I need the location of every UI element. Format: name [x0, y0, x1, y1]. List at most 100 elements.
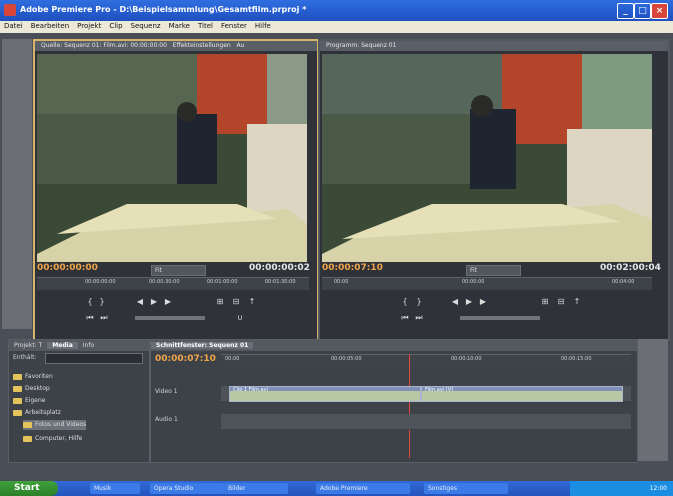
- go-to-out-icon[interactable]: ⏭: [99, 313, 109, 322]
- folder-icon: [13, 385, 22, 392]
- program-time-ruler[interactable]: 00:00 00:00:00 00:04:00: [322, 277, 652, 290]
- program-jog-slider[interactable]: [460, 316, 540, 320]
- program-timecode-current[interactable]: 00:00:07:10: [322, 263, 383, 273]
- menu-marke[interactable]: Marke: [165, 21, 194, 31]
- timeline-ruler[interactable]: 00:00 00:00:05:00 00:00:10:00 00:00:15:0…: [221, 354, 631, 367]
- video-track: Clip 1 Film.avi Film.avi [V]: [221, 386, 631, 402]
- menu-sequenz[interactable]: Sequenz: [127, 21, 165, 31]
- program-ruler-mark: 00:04:00: [612, 279, 635, 285]
- tree-item-eigene[interactable]: Eigene: [13, 396, 45, 406]
- program-video-image: [322, 54, 652, 262]
- tab-source[interactable]: Quelle: Sequenz 01: Film.avi: 00:00:00:0…: [41, 42, 167, 49]
- timeline-ruler-mark: 00:00: [225, 356, 240, 362]
- task-musik[interactable]: Musik: [90, 483, 140, 494]
- program-play-icon[interactable]: ▶: [464, 297, 474, 306]
- source-ruler-mark: 00:01:00:00: [207, 279, 238, 285]
- insert-icon[interactable]: ⊞: [215, 297, 225, 306]
- menu-fenster[interactable]: Fenster: [217, 21, 251, 31]
- go-to-in-icon[interactable]: ⏮: [85, 313, 95, 322]
- play-icon[interactable]: ▶: [149, 297, 159, 306]
- window-title: Adobe Premiere Pro - D:\Beispielsammlung…: [20, 5, 307, 14]
- tree-item-favoriten[interactable]: Favoriten: [13, 372, 53, 382]
- lift-icon[interactable]: ⊞: [540, 297, 550, 306]
- mark-in-icon[interactable]: {: [85, 297, 95, 306]
- timeline-timecode[interactable]: 00:00:07:10: [155, 354, 216, 364]
- menu-hilfe[interactable]: Hilfe: [251, 21, 275, 31]
- source-monitor-tabs: Quelle: Sequenz 01: Film.avi: 00:00:00:0…: [35, 41, 317, 51]
- title-bar: Adobe Premiere Pro - D:\Beispielsammlung…: [0, 0, 673, 21]
- program-step-back-icon[interactable]: ◀: [450, 297, 460, 306]
- audio-track-label: Audio 1: [155, 416, 178, 423]
- task-bilder[interactable]: Bilder: [224, 483, 288, 494]
- step-forward-icon[interactable]: ▶: [163, 297, 173, 306]
- system-tray: 12:00: [570, 481, 673, 496]
- tree-item-selected[interactable]: Fotos und Videos: [23, 420, 87, 430]
- menu-datei[interactable]: Datei: [0, 21, 27, 31]
- tab-timeline[interactable]: Schnittfenster: Sequenz 01: [151, 342, 254, 349]
- program-mark-out-icon[interactable]: }: [414, 297, 424, 306]
- program-step-forward-icon[interactable]: ▶: [478, 297, 488, 306]
- program-fit-dropdown[interactable]: Fit: [466, 265, 521, 276]
- tab-program[interactable]: Programm: Sequenz 01: [326, 42, 396, 49]
- timeline-ruler-mark: 00:00:05:00: [331, 356, 362, 362]
- folder-icon: [13, 397, 22, 404]
- source-time-ruler[interactable]: 00:00:00:00 00:00:30:00 00:01:00:00 00:0…: [37, 277, 309, 290]
- playhead[interactable]: [409, 354, 410, 458]
- menu-titel[interactable]: Titel: [194, 21, 217, 31]
- toggle-icon[interactable]: ∪: [235, 313, 245, 322]
- source-video-frame: [37, 54, 307, 262]
- tree-item-desktop[interactable]: Desktop: [13, 384, 50, 394]
- timeline-ruler-mark: 00:00:15:00: [561, 356, 592, 362]
- task-opera-studio[interactable]: Opera Studio: [150, 483, 224, 494]
- program-mark-in-icon[interactable]: {: [400, 297, 410, 306]
- tools-column: [2, 39, 32, 329]
- timeline-tools-column: [638, 339, 668, 461]
- source-ruler-mark: 00:00:30:00: [149, 279, 180, 285]
- tree-item-computer[interactable]: Computer, Hilfe: [23, 434, 82, 444]
- menu-bearbeiten[interactable]: Bearbeiten: [27, 21, 73, 31]
- search-input[interactable]: [45, 353, 143, 364]
- program-timecode-duration: 00:02:00:04: [600, 263, 661, 273]
- program-monitor: Programm: Sequenz 01 00:00:07:10 Fit 00:…: [318, 39, 670, 341]
- maximize-button[interactable]: □: [634, 3, 651, 19]
- source-ruler-mark: 00:00:00:00: [85, 279, 116, 285]
- program-go-to-out-icon[interactable]: ⏭: [414, 313, 424, 322]
- program-ruler-mark: 00:00:00: [462, 279, 485, 285]
- overlay-icon[interactable]: ⊟: [231, 297, 241, 306]
- tab-info[interactable]: Info: [78, 342, 99, 349]
- folder-icon: [23, 421, 32, 428]
- tab-project[interactable]: Projekt: T: [9, 342, 47, 349]
- tree-item-arbeitsplatz[interactable]: Arbeitsplatz: [13, 408, 61, 418]
- program-go-to-in-icon[interactable]: ⏮: [400, 313, 410, 322]
- project-panel: Projekt: T Media Info Enthält: Favoriten D…: [8, 339, 150, 463]
- program-monitor-tabs: Programm: Sequenz 01: [320, 41, 668, 51]
- menu-projekt[interactable]: Projekt: [73, 21, 105, 31]
- source-timecode-current[interactable]: 00:00:00:00: [37, 263, 98, 273]
- start-button[interactable]: Start: [0, 481, 58, 496]
- folder-icon: [23, 435, 32, 442]
- menu-bar: Datei Bearbeiten Projekt Clip Sequenz Marke Ti…: [0, 21, 673, 33]
- timeline-tabs: Schnittfenster: Sequenz 01: [151, 340, 637, 351]
- task-adobe-premiere[interactable]: Adobe Premiere: [316, 483, 410, 494]
- program-export-frame-icon[interactable]: ↑: [572, 297, 582, 306]
- folder-icon: [13, 409, 22, 416]
- source-ruler-mark: 00:01:30:00: [265, 279, 296, 285]
- menu-clip[interactable]: Clip: [105, 21, 126, 31]
- video-clip-2[interactable]: Film.avi [V]: [421, 386, 623, 402]
- extract-icon[interactable]: ⊟: [556, 297, 566, 306]
- minimize-button[interactable]: _: [617, 3, 634, 19]
- task-sonstiges[interactable]: Sonstiges: [424, 483, 508, 494]
- video-clip-1[interactable]: Clip 1 Film.avi: [229, 386, 421, 402]
- tab-effect-controls[interactable]: Effekteinstellungen: [173, 42, 231, 49]
- folder-icon: [13, 373, 22, 380]
- mark-out-icon[interactable]: }: [97, 297, 107, 306]
- jog-slider[interactable]: [135, 316, 205, 320]
- source-fit-dropdown[interactable]: Fit: [151, 265, 206, 276]
- source-timecode-duration: 00:00:00:02: [249, 263, 310, 273]
- close-button[interactable]: ×: [651, 3, 668, 19]
- export-frame-icon[interactable]: ↑: [247, 297, 257, 306]
- source-video-image: [37, 54, 307, 262]
- tab-audio[interactable]: Au: [236, 42, 244, 49]
- tab-media[interactable]: Media: [47, 342, 78, 349]
- step-back-icon[interactable]: ◀: [135, 297, 145, 306]
